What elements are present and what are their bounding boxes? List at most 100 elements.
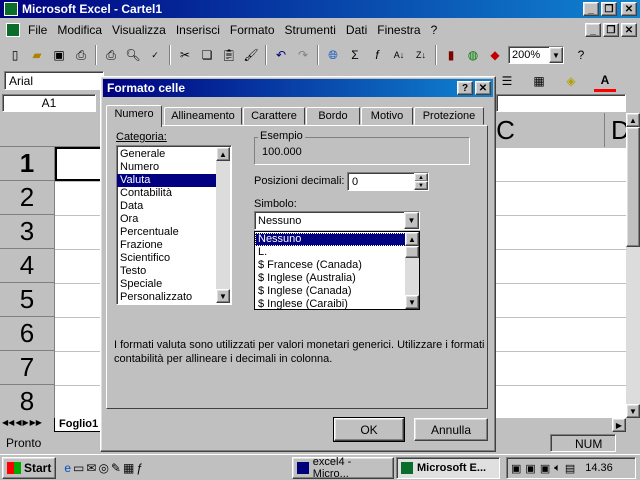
- doc-minimize-button[interactable]: _: [585, 23, 601, 37]
- spin-down-icon[interactable]: ▼: [414, 181, 428, 190]
- symbol-option[interactable]: $ Inglese (Australia): [255, 272, 419, 285]
- row-header-7[interactable]: 7: [0, 351, 55, 385]
- paste-icon[interactable]: 📋︎: [218, 44, 240, 66]
- outlook-icon[interactable]: ✉: [86, 461, 96, 475]
- spelling-icon[interactable]: ✓: [144, 44, 166, 66]
- tray-1-icon[interactable]: ▣: [511, 462, 521, 475]
- ie-icon[interactable]: e: [64, 461, 71, 475]
- sort-ascending-icon[interactable]: A↓: [388, 44, 410, 66]
- category-list[interactable]: Generale Numero Valuta Contabilità Data …: [116, 145, 232, 305]
- ok-button[interactable]: OK: [333, 417, 405, 442]
- desktop-icon[interactable]: ▭: [73, 461, 84, 475]
- format-painter-icon[interactable]: 🖌︎: [240, 44, 262, 66]
- tab-protezione[interactable]: Protezione: [414, 107, 484, 125]
- prev-sheet-icon[interactable]: ◀: [15, 418, 21, 427]
- fill-color-icon[interactable]: ◈: [560, 70, 582, 92]
- last-sheet-icon[interactable]: ▶▶: [30, 418, 42, 427]
- symbol-option-selected[interactable]: Nessuno: [255, 233, 406, 246]
- redo-icon[interactable]: ↷: [292, 44, 314, 66]
- menu-file[interactable]: File: [28, 23, 47, 37]
- scroll-down-icon[interactable]: ▼: [626, 404, 640, 418]
- sheet-tab-foglio1[interactable]: Foglio1: [54, 418, 104, 432]
- chevron-down-icon[interactable]: ▼: [404, 212, 419, 229]
- list-item[interactable]: Percentuale: [117, 226, 231, 239]
- scroll-up-icon[interactable]: ▲: [405, 232, 419, 246]
- tab-motivo[interactable]: Motivo: [361, 107, 413, 125]
- active-cell-a1[interactable]: [55, 147, 105, 181]
- undo-icon[interactable]: ↶: [270, 44, 292, 66]
- zoom-select[interactable]: 200% ▼: [508, 46, 564, 64]
- symbol-dropdown-list[interactable]: Nessuno L. $ Francese (Canada) $ Inglese…: [254, 231, 420, 310]
- name-box[interactable]: A1: [2, 94, 96, 112]
- quicklaunch-3-icon[interactable]: ƒ: [136, 461, 143, 475]
- vertical-scrollbar[interactable]: ▲ ▼: [626, 113, 640, 418]
- borders-icon[interactable]: ▦: [528, 70, 550, 92]
- taskbar-item-excel4[interactable]: excel4 - Micro...: [292, 456, 394, 480]
- menu-modifica[interactable]: Modifica: [57, 23, 102, 37]
- scroll-down-icon[interactable]: ▼: [216, 289, 230, 303]
- channels-icon[interactable]: ◎: [98, 461, 108, 475]
- minimize-button[interactable]: _: [583, 2, 599, 16]
- menu-dati[interactable]: Dati: [346, 23, 367, 37]
- close-button[interactable]: ✕: [621, 2, 637, 16]
- hscroll-right-icon[interactable]: ▶: [612, 418, 626, 432]
- list-item[interactable]: Testo: [117, 265, 231, 278]
- symbol-option[interactable]: $ Inglese (Caraibi): [255, 298, 419, 311]
- function-icon[interactable]: f: [366, 44, 388, 66]
- restore-button[interactable]: ❐: [601, 2, 617, 16]
- scroll-down-icon[interactable]: ▼: [405, 295, 419, 309]
- list-item[interactable]: Numero: [117, 161, 231, 174]
- doc-restore-button[interactable]: ❐: [603, 23, 619, 37]
- list-item[interactable]: Generale: [117, 148, 231, 161]
- row-header-1[interactable]: 1: [0, 147, 55, 181]
- help-icon[interactable]: ?: [570, 44, 592, 66]
- print-preview-icon[interactable]: ⎙: [70, 44, 92, 66]
- list-item[interactable]: Frazione: [117, 239, 231, 252]
- list-item[interactable]: Personalizzato: [117, 291, 231, 304]
- chevron-down-icon[interactable]: ▼: [549, 47, 563, 63]
- symbol-option[interactable]: $ Francese (Canada): [255, 259, 419, 272]
- print-icon[interactable]: ⎙: [100, 44, 122, 66]
- list-item[interactable]: Speciale: [117, 278, 231, 291]
- next-sheet-icon[interactable]: ▶: [22, 418, 28, 427]
- row-header-8[interactable]: 8: [0, 385, 55, 418]
- list-item[interactable]: Contabilità: [117, 187, 231, 200]
- scroll-up-icon[interactable]: ▲: [626, 113, 640, 127]
- scroll-up-icon[interactable]: ▲: [216, 147, 230, 161]
- tray-2-icon[interactable]: ▣: [525, 462, 535, 475]
- symbol-select[interactable]: Nessuno ▼: [254, 211, 420, 230]
- quicklaunch-2-icon[interactable]: ▦: [123, 461, 134, 475]
- save-icon[interactable]: ▣: [48, 44, 70, 66]
- open-icon[interactable]: ▰: [26, 44, 48, 66]
- row-header-6[interactable]: 6: [0, 317, 55, 351]
- symbol-scrollbar[interactable]: ▲ ▼: [405, 232, 419, 309]
- preview-icon[interactable]: 🔍︎: [122, 44, 144, 66]
- volume-icon[interactable]: 🔈︎: [554, 462, 561, 475]
- row-header-3[interactable]: 3: [0, 215, 55, 249]
- copy-icon[interactable]: ❏: [196, 44, 218, 66]
- tab-allineamento[interactable]: Allineamento: [164, 107, 242, 125]
- menu-help[interactable]: ?: [431, 23, 438, 37]
- formula-input[interactable]: [496, 94, 626, 112]
- font-color-icon[interactable]: A: [594, 70, 616, 92]
- new-icon[interactable]: ▯: [4, 44, 26, 66]
- menu-visualizza[interactable]: Visualizza: [112, 23, 166, 37]
- menu-formato[interactable]: Formato: [230, 23, 275, 37]
- chart-wizard-icon[interactable]: ▮: [440, 44, 462, 66]
- tray-3-icon[interactable]: ▣: [540, 462, 550, 475]
- row-header-5[interactable]: 5: [0, 283, 55, 317]
- menu-strumenti[interactable]: Strumenti: [285, 23, 336, 37]
- tab-numero[interactable]: Numero: [106, 105, 162, 127]
- drawing-icon[interactable]: ◆: [484, 44, 506, 66]
- tray-5-icon[interactable]: ▤: [565, 462, 575, 475]
- quicklaunch-1-icon[interactable]: ✎: [111, 461, 121, 475]
- list-item[interactable]: Data: [117, 200, 231, 213]
- doc-close-button[interactable]: ✕: [621, 23, 637, 37]
- cut-icon[interactable]: ✂: [174, 44, 196, 66]
- row-header-2[interactable]: 2: [0, 181, 55, 215]
- decimals-spinner[interactable]: 0 ▲ ▼: [347, 172, 429, 191]
- column-header-d[interactable]: D: [604, 113, 626, 147]
- tab-carattere[interactable]: Carattere: [243, 107, 305, 125]
- cancel-button[interactable]: Annulla: [414, 418, 488, 441]
- menu-finestra[interactable]: Finestra: [377, 23, 420, 37]
